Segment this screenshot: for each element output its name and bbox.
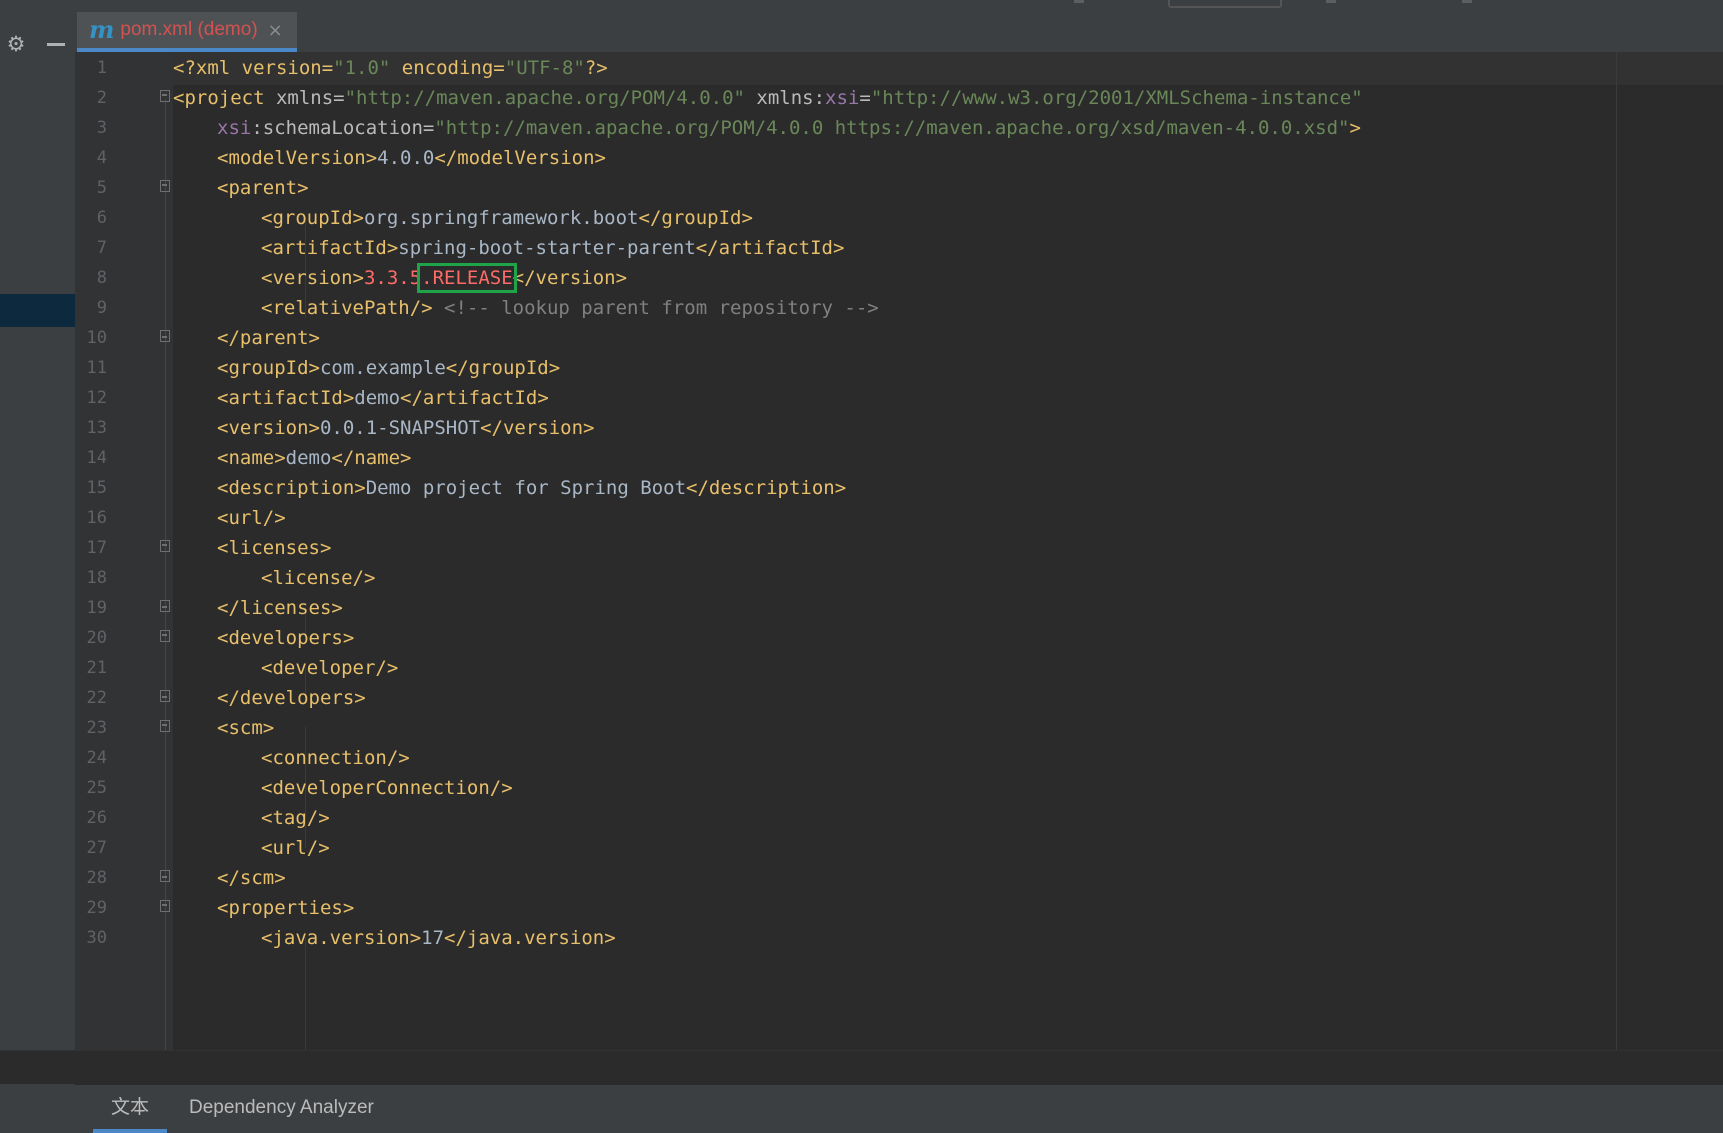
code-line-20: <developers>: [217, 627, 355, 649]
line-number: 23: [86, 718, 107, 738]
line-number: 4: [96, 148, 107, 168]
line-number: 8: [96, 268, 107, 288]
code-line-29: <properties>: [217, 897, 355, 919]
editor-bottom-tabs: 文本 Dependency Analyzer: [75, 1085, 1723, 1133]
toolbar-icon[interactable]: [1326, 0, 1336, 3]
editor-gutter: 1 2 3 4 5 6 7 8 9 10 11 12 13 14 15 16 17 18 19 20 21 22 23 24 2…: [75, 52, 173, 1050]
line-number: 25: [86, 778, 107, 798]
line-number: 7: [96, 238, 107, 258]
line-number: 29: [86, 898, 107, 918]
code-line-7: <artifactId>spring-boot-starter-parent</…: [261, 237, 845, 259]
gear-icon[interactable]: ⚙: [5, 33, 27, 55]
line-number: 5: [96, 178, 107, 198]
code-line-27: <url/>: [261, 837, 330, 859]
code-line-8: <version>3.3.5.RELEASE</version>: [261, 263, 628, 293]
code-line-1: <?xml version="1.0" encoding="UTF-8"?>: [173, 57, 608, 79]
code-line-17: <licenses>: [217, 537, 332, 559]
fold-close-icon[interactable]: [160, 330, 170, 342]
line-number: 11: [86, 358, 107, 378]
line-number: 1: [96, 58, 107, 78]
line-number: 18: [86, 568, 107, 588]
code-line-24: <connection/>: [261, 747, 410, 769]
run-config-selector[interactable]: [1168, 0, 1282, 8]
line-number: 2: [96, 88, 107, 108]
code-line-28: </scm>: [217, 867, 286, 889]
line-number: 3: [96, 118, 107, 138]
line-number: 27: [86, 838, 107, 858]
code-line-6: <groupId>org.springframework.boot</group…: [261, 207, 753, 229]
fold-open-icon[interactable]: [160, 90, 170, 102]
close-icon[interactable]: ×: [268, 20, 283, 41]
code-line-13: <version>0.0.1-SNAPSHOT</version>: [217, 417, 595, 439]
line-number: 21: [86, 658, 107, 678]
project-tool-window: ⚙: [0, 12, 75, 1133]
release-suffix-highlight: .RELEASE: [417, 263, 517, 293]
line-number: 9: [96, 298, 107, 318]
editor-tab-bar: m pom.xml (demo) ×: [75, 12, 1723, 53]
line-number: 19: [86, 598, 107, 618]
code-editor[interactable]: 1 2 3 4 5 6 7 8 9 10 11 12 13 14 15 16 17 18 19 20 21 22 23 24 2…: [75, 52, 1723, 1050]
code-line-19: </licenses>: [217, 597, 343, 619]
code-line-9: <relativePath/> <!-- lookup parent from …: [261, 297, 879, 319]
fold-open-icon[interactable]: [160, 180, 170, 192]
fold-open-icon[interactable]: [160, 900, 170, 912]
line-number: 16: [86, 508, 107, 528]
line-number: 13: [86, 418, 107, 438]
tab-title: pom.xml (demo): [120, 19, 258, 40]
tab-text[interactable]: 文本: [93, 1085, 168, 1133]
code-line-10: </parent>: [217, 327, 320, 349]
code-line-4: <modelVersion>4.0.0</modelVersion>: [217, 147, 606, 169]
code-line-21: <developer/>: [261, 657, 399, 679]
code-line-22: </developers>: [217, 687, 366, 709]
code-line-25: <developerConnection/>: [261, 777, 513, 799]
code-line-3: xsi:schemaLocation="http://maven.apache.…: [217, 117, 1361, 139]
code-line-15: <description>Demo project for Spring Boo…: [217, 477, 847, 499]
line-number: 10: [86, 328, 107, 348]
code-line-14: <name>demo</name>: [217, 447, 412, 469]
selected-tree-row[interactable]: [0, 294, 75, 327]
line-number: 14: [86, 448, 107, 468]
fold-close-icon[interactable]: [160, 870, 170, 882]
line-number: 26: [86, 808, 107, 828]
line-number: 6: [96, 208, 107, 228]
line-number: 20: [86, 628, 107, 648]
fold-close-icon[interactable]: [160, 600, 170, 612]
fold-open-icon[interactable]: [160, 540, 170, 552]
code-line-11: <groupId>com.example</groupId>: [217, 357, 561, 379]
code-line-5: <parent>: [217, 177, 309, 199]
line-number: 24: [86, 748, 107, 768]
code-line-30: <java.version>17</java.version>: [261, 927, 616, 949]
toolbar-icon[interactable]: [1462, 0, 1472, 3]
line-number: 28: [86, 868, 107, 888]
version-error-text: 3.3.5: [363, 267, 422, 289]
fold-open-icon[interactable]: [160, 630, 170, 642]
right-margin-guide: [1616, 52, 1617, 1050]
line-number: 17: [86, 538, 107, 558]
code-line-18: <license/>: [261, 567, 376, 589]
line-number: 22: [86, 688, 107, 708]
line-number: 12: [86, 388, 107, 408]
code-line-26: <tag/>: [261, 807, 330, 829]
line-number: 30: [86, 928, 107, 948]
code-line-12: <artifactId>demo</artifactId>: [217, 387, 549, 409]
minimize-icon[interactable]: [45, 33, 67, 55]
tab-pom-xml[interactable]: m pom.xml (demo) ×: [77, 12, 297, 52]
maven-icon: m: [89, 15, 115, 44]
horizontal-scrollbar[interactable]: [0, 1050, 1723, 1084]
code-line-23: <scm>: [217, 717, 275, 739]
fold-close-icon[interactable]: [160, 690, 170, 702]
code-line-16: <url/>: [217, 507, 286, 529]
tab-dependency-analyzer[interactable]: Dependency Analyzer: [171, 1085, 392, 1133]
fold-open-icon[interactable]: [160, 720, 170, 732]
code-line-2: <project xmlns="http://maven.apache.org/…: [173, 87, 1363, 109]
toolbar-icon[interactable]: [1074, 0, 1084, 3]
line-number: 15: [86, 478, 107, 498]
